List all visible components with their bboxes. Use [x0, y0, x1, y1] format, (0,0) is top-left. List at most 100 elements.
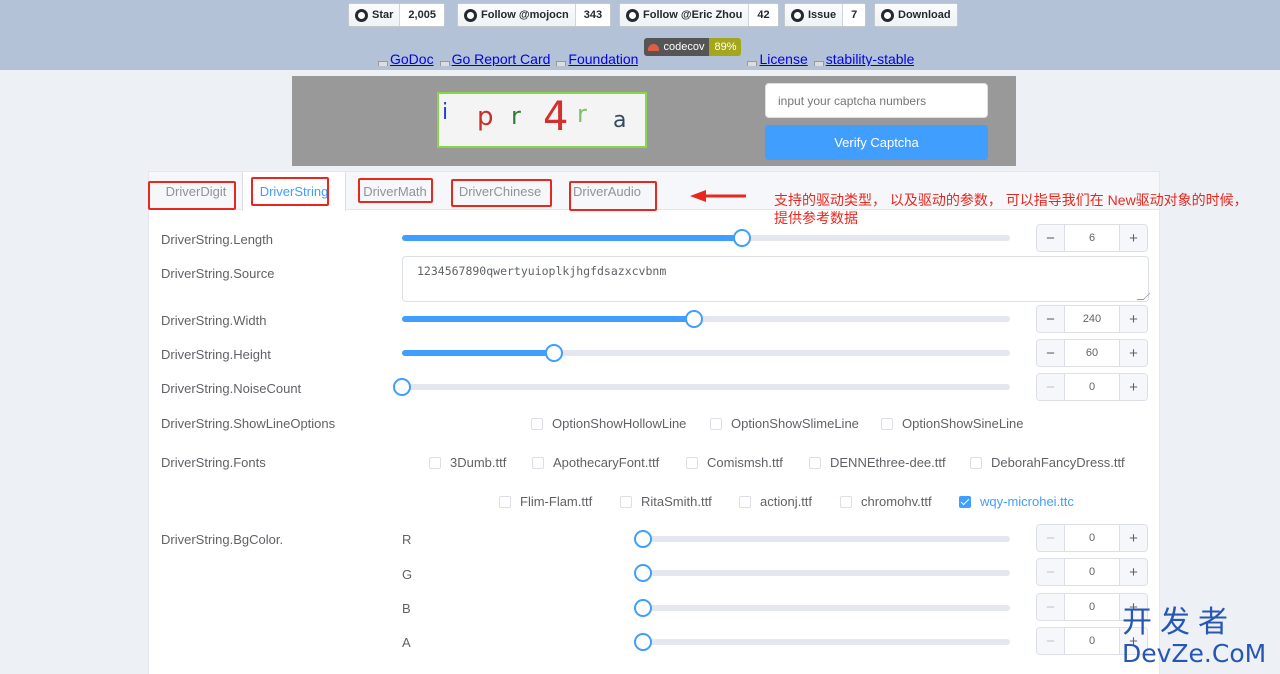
bgcolor-r-value[interactable]: 0	[1065, 525, 1119, 551]
bgcolor-b-value[interactable]: 0	[1065, 594, 1119, 620]
length-value[interactable]: 6	[1065, 225, 1119, 251]
bgcolor-b-slider[interactable]	[634, 599, 1010, 617]
tab-driver-audio[interactable]: DriverAudio	[555, 172, 659, 210]
bgcolor-label: DriverString.BgColor.	[161, 532, 284, 547]
checkbox-box[interactable]	[620, 495, 632, 508]
checkbox-box[interactable]	[739, 495, 751, 508]
length-decrease-button[interactable]: −	[1037, 225, 1065, 251]
foundation-badge-link[interactable]: Foundation	[556, 48, 638, 66]
font-checkbox[interactable]: ApothecaryFont.ttf	[532, 455, 659, 470]
width-slider[interactable]	[402, 310, 1010, 328]
font-checkbox[interactable]: RitaSmith.ttf	[620, 494, 712, 509]
github-follow-ericzhou-button[interactable]: Follow @Eric Zhou 42	[619, 3, 779, 27]
bgcolor-a-slider-thumb[interactable]	[634, 633, 652, 651]
source-label: DriverString.Source	[161, 266, 275, 281]
captcha-char: i	[442, 100, 449, 125]
codecov-badge[interactable]: codecov 89%	[644, 38, 742, 56]
height-increase-button[interactable]: +	[1119, 340, 1147, 366]
broken-image-icon	[813, 61, 824, 66]
captcha-char: r	[577, 100, 587, 128]
option-show-slime-line-checkbox[interactable]: OptionShowSlimeLine	[710, 416, 859, 431]
bgcolor-r-increase-button[interactable]: +	[1119, 525, 1147, 551]
font-checkbox[interactable]: Comismsh.ttf	[686, 455, 783, 470]
tab-driver-string[interactable]: DriverString	[242, 172, 346, 211]
bgcolor-r-slider[interactable]	[634, 530, 1010, 548]
checkbox-box[interactable]	[710, 417, 722, 430]
checkbox-box[interactable]	[531, 417, 543, 430]
project-header: Star 2,005 Follow @mojocn 343 Follow @Er…	[0, 0, 1280, 70]
option-show-sine-line-checkbox[interactable]: OptionShowSineLine	[881, 416, 1023, 431]
resize-grip-icon[interactable]	[1136, 293, 1151, 300]
checkbox-box[interactable]	[840, 495, 852, 508]
tab-driver-math[interactable]: DriverMath	[345, 172, 445, 210]
captcha-image[interactable]: i p r 4 r a	[437, 92, 647, 148]
noise-count-slider-thumb[interactable]	[393, 378, 411, 396]
github-issue-button[interactable]: Issue 7	[784, 3, 867, 27]
bgcolor-a-value[interactable]: 0	[1065, 628, 1119, 654]
width-decrease-button[interactable]: −	[1037, 306, 1065, 332]
follow-count: 343	[575, 4, 611, 26]
height-value[interactable]: 60	[1065, 340, 1119, 366]
checkbox-box[interactable]	[532, 456, 544, 469]
source-textarea[interactable]: 1234567890qwertyuioplkjhgfdsazxcvbnm	[402, 256, 1151, 302]
height-decrease-button[interactable]: −	[1037, 340, 1065, 366]
bgcolor-g-slider-thumb[interactable]	[634, 564, 652, 582]
github-follow-mojocn-button[interactable]: Follow @mojocn 343	[457, 3, 612, 27]
bgcolor-b-decrease-button[interactable]: −	[1037, 594, 1065, 620]
verify-captcha-button[interactable]: Verify Captcha	[765, 125, 988, 160]
bgcolor-r-slider-thumb[interactable]	[634, 530, 652, 548]
stability-badge-link[interactable]: stability-stable	[813, 48, 914, 66]
height-slider[interactable]	[402, 344, 1010, 362]
bgcolor-r-decrease-button[interactable]: −	[1037, 525, 1065, 551]
checkbox-box[interactable]	[970, 456, 982, 469]
license-badge-link[interactable]: License	[747, 48, 808, 66]
font-checkbox[interactable]: Flim-Flam.ttf	[499, 494, 592, 509]
bgcolor-a-slider[interactable]	[634, 633, 1010, 651]
tab-driver-chinese[interactable]: DriverChinese	[445, 172, 555, 210]
checkbox-box[interactable]	[686, 456, 698, 469]
umbrella-icon	[648, 43, 660, 51]
font-checkbox[interactable]: 3Dumb.ttf	[429, 455, 506, 470]
font-checkbox[interactable]: DENNEthree-dee.ttf	[809, 455, 946, 470]
github-download-button[interactable]: Download	[874, 3, 958, 27]
bgcolor-a-decrease-button[interactable]: −	[1037, 628, 1065, 654]
noise-count-decrease-button[interactable]: −	[1037, 374, 1065, 400]
font-checkbox-checked[interactable]: wqy-microhei.ttc	[959, 494, 1074, 509]
length-increase-button[interactable]: +	[1119, 225, 1147, 251]
checkbox-box[interactable]	[959, 495, 971, 508]
width-value[interactable]: 240	[1065, 306, 1119, 332]
noise-count-increase-button[interactable]: +	[1119, 374, 1147, 400]
bgcolor-b-slider-thumb[interactable]	[634, 599, 652, 617]
checkbox-box[interactable]	[499, 495, 511, 508]
bgcolor-g-increase-button[interactable]: +	[1119, 559, 1147, 585]
noise-count-value[interactable]: 0	[1065, 374, 1119, 400]
font-checkbox[interactable]: DeborahFancyDress.ttf	[970, 455, 1125, 470]
checkbox-box[interactable]	[809, 456, 821, 469]
noise-count-stepper: − 0 +	[1036, 373, 1148, 401]
length-label: DriverString.Length	[161, 232, 273, 247]
font-checkbox[interactable]: actionj.ttf	[739, 494, 812, 509]
github-star-button[interactable]: Star 2,005	[348, 3, 445, 27]
option-show-hollow-line-checkbox[interactable]: OptionShowHollowLine	[531, 416, 686, 431]
noise-count-slider[interactable]	[393, 378, 1010, 396]
length-slider[interactable]	[402, 229, 1010, 247]
bgcolor-g-slider[interactable]	[634, 564, 1010, 582]
length-slider-thumb[interactable]	[733, 229, 752, 247]
captcha-panel: i p r 4 r a Verify Captcha	[292, 76, 1016, 166]
bgcolor-a-label: A	[402, 635, 411, 650]
width-slider-thumb[interactable]	[684, 310, 703, 328]
bgcolor-g-label: G	[402, 567, 413, 582]
checkbox-box[interactable]	[881, 417, 893, 430]
bgcolor-r-label: R	[402, 532, 412, 547]
width-increase-button[interactable]: +	[1119, 306, 1147, 332]
godoc-badge-link[interactable]: GoDoc	[378, 48, 434, 66]
font-checkbox[interactable]: chromohv.ttf	[840, 494, 932, 509]
tab-driver-digit[interactable]: DriverDigit	[149, 172, 243, 210]
height-label: DriverString.Height	[161, 347, 271, 362]
bgcolor-g-decrease-button[interactable]: −	[1037, 559, 1065, 585]
bgcolor-g-value[interactable]: 0	[1065, 559, 1119, 585]
checkbox-box[interactable]	[429, 456, 441, 469]
goreport-badge-link[interactable]: Go Report Card	[439, 48, 550, 66]
captcha-input[interactable]	[765, 83, 988, 118]
height-slider-thumb[interactable]	[545, 344, 563, 362]
